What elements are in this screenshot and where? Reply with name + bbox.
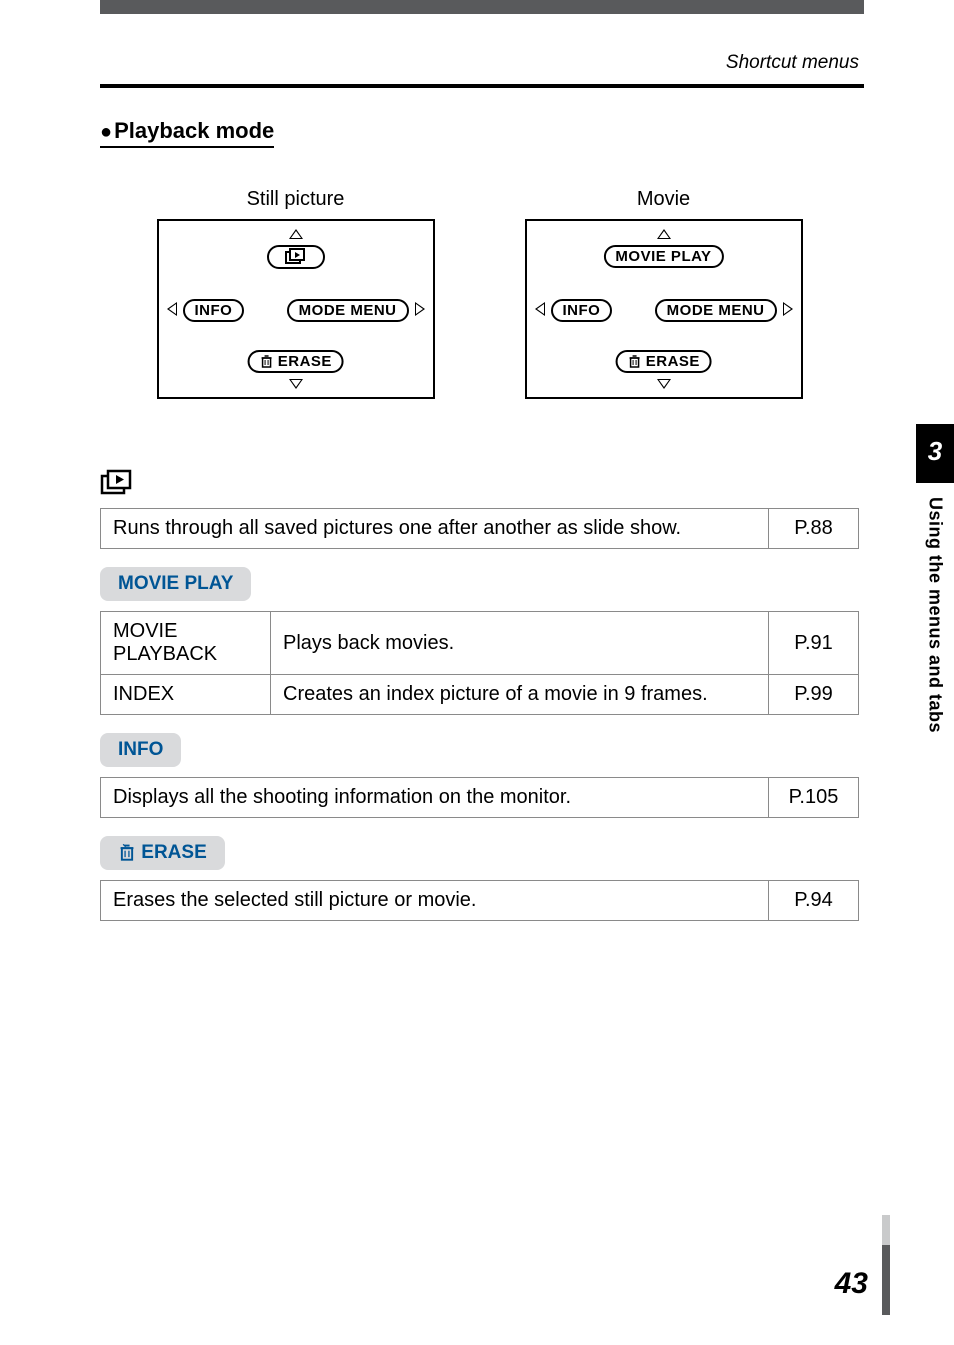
info-table: Displays all the shooting information on… [100, 777, 859, 818]
row-key: MOVIE PLAYBACK [101, 612, 271, 675]
table-row: INDEX Creates an index picture of a movi… [101, 675, 859, 715]
slideshow-page: P.88 [769, 509, 859, 549]
diagram-movie-box: MOVIE PLAY INFO MODE MENU ERASE [525, 219, 803, 399]
table-row: MOVIE PLAYBACK Plays back movies. P.91 [101, 612, 859, 675]
triangle-down-icon [289, 379, 303, 389]
row-desc: Creates an index picture of a movie in 9… [271, 675, 769, 715]
table-row: Displays all the shooting information on… [101, 778, 859, 818]
diagram-row: Still picture INFO MODE MENU ERA [100, 188, 859, 399]
trash-icon [118, 843, 136, 861]
chapter-number: 3 [916, 424, 954, 483]
triangle-up-icon [289, 229, 303, 239]
info-page: P.105 [769, 778, 859, 818]
triangle-right-icon [415, 302, 425, 316]
row-desc: Plays back movies. [271, 612, 769, 675]
category-erase: ERASE [100, 836, 225, 870]
erase-page: P.94 [769, 881, 859, 921]
triangle-right-icon [783, 302, 793, 316]
side-tab: 3 Using the menus and tabs [916, 424, 954, 733]
triangle-left-icon [167, 302, 177, 316]
section-heading: ●Playback mode [100, 118, 274, 148]
diagram-still-title: Still picture [157, 188, 435, 211]
bullet-icon: ● [100, 121, 112, 143]
category-info: INFO [100, 733, 181, 767]
erase-desc: Erases the selected still picture or mov… [101, 881, 769, 921]
slideshow-icon [100, 469, 134, 495]
erase-label: ERASE [646, 353, 700, 370]
info-desc: Displays all the shooting information on… [101, 778, 769, 818]
pill-info: INFO [551, 299, 613, 322]
slideshow-desc: Runs through all saved pictures one afte… [101, 509, 769, 549]
top-bar [100, 0, 864, 14]
triangle-up-icon [657, 229, 671, 239]
row-page: P.91 [769, 612, 859, 675]
slideshow-heading [100, 469, 859, 500]
pill-erase: ERASE [247, 350, 344, 373]
row-page: P.99 [769, 675, 859, 715]
pill-mode-menu: MODE MENU [655, 299, 777, 322]
breadcrumb: Shortcut menus [0, 52, 859, 74]
triangle-down-icon [657, 379, 671, 389]
diagram-still: Still picture INFO MODE MENU ERA [157, 188, 435, 399]
pill-movie-play: MOVIE PLAY [603, 245, 723, 268]
pill-mode-menu: MODE MENU [287, 299, 409, 322]
section-title-text: Playback mode [114, 118, 274, 143]
pill-info: INFO [183, 299, 245, 322]
slideshow-table: Runs through all saved pictures one afte… [100, 508, 859, 549]
pill-erase: ERASE [615, 350, 712, 373]
diagram-movie-title: Movie [525, 188, 803, 211]
chapter-title: Using the menus and tabs [925, 497, 946, 733]
trash-icon [259, 354, 273, 368]
slideshow-icon [285, 248, 307, 264]
page-bar-icon [882, 1245, 890, 1315]
table-row: Erases the selected still picture or mov… [101, 881, 859, 921]
triangle-left-icon [535, 302, 545, 316]
page-number: 43 [835, 1267, 868, 1301]
trash-icon [627, 354, 641, 368]
category-movie-play: MOVIE PLAY [100, 567, 251, 601]
table-row: Runs through all saved pictures one afte… [101, 509, 859, 549]
diagram-still-box: INFO MODE MENU ERASE [157, 219, 435, 399]
pill-slideshow [267, 245, 325, 269]
diagram-movie: Movie MOVIE PLAY INFO MODE MENU ERASE [525, 188, 803, 399]
erase-label: ERASE [278, 353, 332, 370]
erase-table: Erases the selected still picture or mov… [100, 880, 859, 921]
erase-heading-label: ERASE [141, 842, 206, 863]
movie-play-table: MOVIE PLAYBACK Plays back movies. P.91 I… [100, 611, 859, 715]
row-key: INDEX [101, 675, 271, 715]
